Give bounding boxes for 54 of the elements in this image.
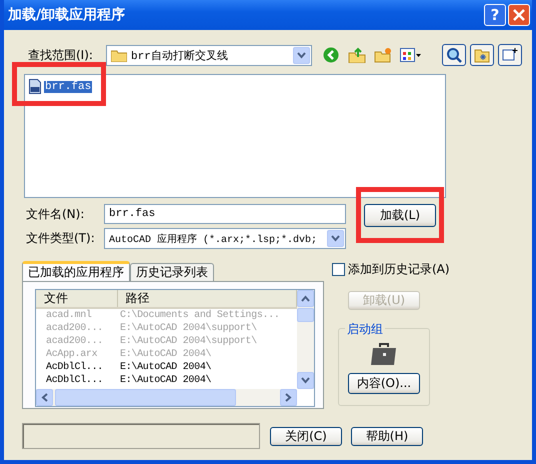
close-button[interactable] xyxy=(508,4,530,26)
file-name-label: 文件名(N): xyxy=(26,206,86,222)
table-cell-text: AcDblCl... xyxy=(45,362,104,373)
contents-button[interactable]: 内容(O)... xyxy=(348,373,420,394)
look-in-dropdown[interactable]: brr自动打断交叉线 xyxy=(106,44,312,66)
table-cell-text: C:\Documents and Settings... xyxy=(120,310,281,321)
file-name-field[interactable]: brr.fas xyxy=(104,204,346,224)
search-icon[interactable] xyxy=(442,44,466,66)
file-type-label: 文件类型(T): xyxy=(26,230,96,247)
scroll-thumb[interactable] xyxy=(55,389,236,406)
up-folder-icon[interactable] xyxy=(346,45,368,65)
table-cell-text: E:\AutoCAD 2004\ xyxy=(120,349,212,360)
window-title: 加载/卸载应用程序 xyxy=(8,6,126,24)
tab[interactable]: 已加载的应用程序 xyxy=(22,261,130,281)
chevron-down-icon xyxy=(331,235,340,242)
file-icon xyxy=(29,79,41,94)
table-cell-text: AcApp.arx xyxy=(45,349,98,360)
chevron-down-icon xyxy=(301,377,310,384)
table-cell-text: acad.mnl xyxy=(45,310,93,321)
chevron-up-icon xyxy=(301,295,310,302)
view-menu-icon[interactable] xyxy=(398,45,424,65)
table-cell-text: E:\AutoCAD 2004\support\ xyxy=(120,323,258,334)
table-cell-text: E:\AutoCAD 2004\ xyxy=(120,362,212,373)
table-cell-text: E:\AutoCAD 2004\support\ xyxy=(120,336,258,347)
chevron-down-icon xyxy=(297,52,306,58)
window-add-icon[interactable] xyxy=(498,44,522,66)
vertical-scrollbar[interactable] xyxy=(297,290,314,389)
dialog-button[interactable]: 关闭(C) xyxy=(270,426,342,446)
file-type-dropdown[interactable]: AutoCAD 应用程序 (*.arx;*.lsp;*.dvb; xyxy=(104,228,346,249)
folder-icon xyxy=(111,48,127,62)
checkbox-label: 添加到历史记录(A) xyxy=(348,261,450,278)
chevron-left-icon xyxy=(41,393,48,402)
dialog-button[interactable]: 帮助(H) xyxy=(351,426,423,446)
group-title: 启动组 xyxy=(345,321,385,338)
help-button[interactable]: ? xyxy=(484,4,506,26)
briefcase-icon xyxy=(370,341,398,367)
scroll-thumb[interactable] xyxy=(297,308,314,322)
dropdown-button[interactable] xyxy=(293,46,310,64)
table-cell-text: acad200... xyxy=(45,336,104,347)
tab[interactable]: 历史记录列表 xyxy=(130,263,214,281)
table-cell-text: acad200... xyxy=(45,323,104,334)
look-in-label: 查找范围(I): xyxy=(28,46,94,64)
new-folder-icon[interactable] xyxy=(372,45,394,65)
table-cell-text: AcDblCl... xyxy=(45,375,104,386)
dropdown-button[interactable] xyxy=(327,230,344,247)
load-button[interactable]: 加载(L) xyxy=(364,204,436,227)
file-name[interactable]: brr.fas xyxy=(44,80,92,92)
chevron-right-icon xyxy=(285,393,292,402)
table-cell-text: E:\AutoCAD 2004\ xyxy=(120,375,212,386)
horizontal-scrollbar[interactable] xyxy=(36,389,297,406)
close-icon xyxy=(513,9,525,21)
checkbox[interactable] xyxy=(332,263,345,276)
file-list[interactable]: brr.fas xyxy=(24,74,446,198)
column-header[interactable]: 文件 xyxy=(36,290,118,307)
